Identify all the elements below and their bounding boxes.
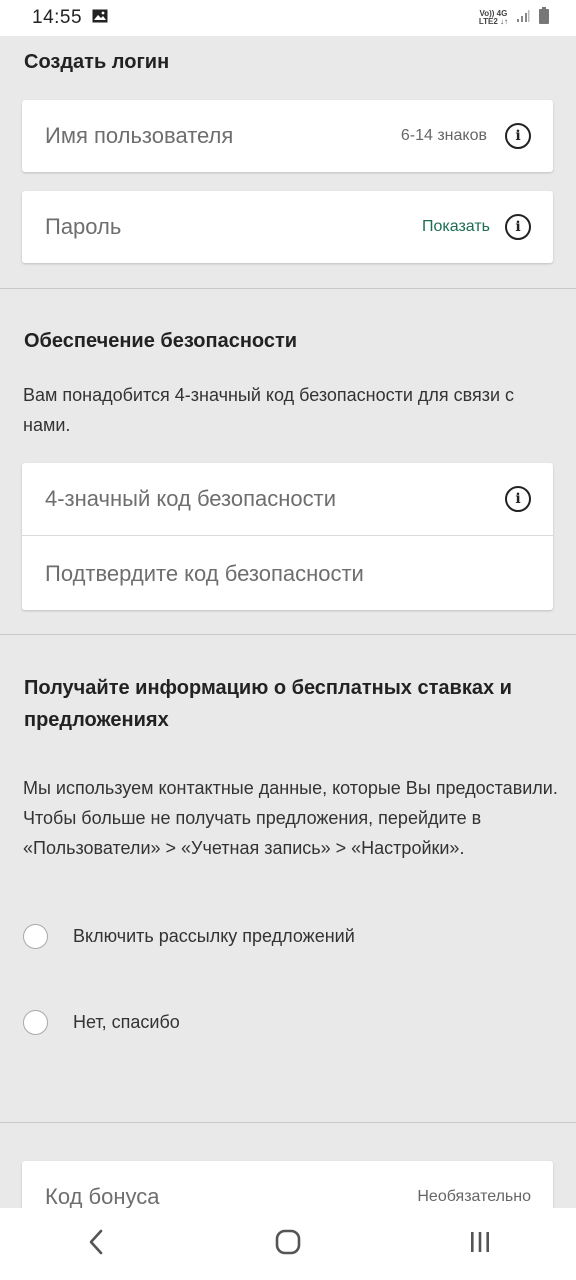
radio-button[interactable]	[23, 1010, 48, 1035]
radio-label: Нет, спасибо	[73, 1012, 180, 1032]
login-section-title: Создать логин	[24, 51, 170, 73]
registration-form[interactable]: Создать логин Имя пользователя 6-14 знак…	[0, 36, 576, 1208]
bonus-card: Код бонуса Необязательно	[22, 1161, 553, 1208]
bonus-code-label: Код бонуса	[45, 1184, 160, 1208]
radio-no-thanks[interactable]: Нет, спасибо	[23, 1010, 180, 1035]
divider	[0, 288, 576, 289]
username-info-icon[interactable]: i	[505, 123, 531, 149]
recents-icon	[468, 1230, 492, 1259]
confirm-security-code-label: Подтвердите код безопасности	[45, 560, 364, 586]
password-label: Пароль	[45, 214, 122, 239]
confirm-security-code-field[interactable]: Подтвердите код безопасности	[22, 537, 553, 610]
bonus-code-field[interactable]: Код бонуса Необязательно	[22, 1161, 553, 1208]
username-hint: 6-14 знаков	[400, 127, 487, 144]
bonus-code-hint: Необязательно	[417, 1188, 531, 1205]
navigation-bar	[0, 1208, 576, 1280]
home-icon	[275, 1229, 301, 1260]
security-code-info-icon[interactable]: i	[505, 486, 531, 512]
security-card: 4-значный код безопасности i Подтвердите…	[22, 463, 553, 610]
password-info-icon[interactable]: i	[505, 214, 531, 240]
divider	[0, 634, 576, 635]
home-button[interactable]	[253, 1219, 323, 1269]
username-label: Имя пользователя	[45, 123, 234, 148]
radio-button[interactable]	[23, 924, 48, 949]
recents-button[interactable]	[445, 1219, 515, 1269]
password-card: Пароль Показать i	[22, 191, 553, 263]
divider	[0, 1122, 576, 1123]
status-time: 14:55	[32, 7, 83, 28]
show-password-link[interactable]: Показать	[422, 218, 490, 236]
security-code-field[interactable]: 4-значный код безопасности i	[22, 463, 553, 536]
status-right: Vo)) 4G LTE2 ↓↑	[479, 6, 550, 30]
signal-icon	[516, 9, 530, 28]
gallery-icon	[92, 9, 108, 28]
security-code-label: 4-значный код безопасности	[45, 486, 337, 511]
status-bar: 14:55 Vo)) 4G LTE2 ↓↑	[0, 0, 576, 36]
radio-enable-offers[interactable]: Включить рассылку предложений	[23, 924, 355, 949]
username-card: Имя пользователя 6-14 знаков i	[22, 100, 553, 172]
security-description: Вам понадобится 4-значный код безопаснос…	[23, 385, 515, 435]
back-button[interactable]	[61, 1219, 131, 1269]
radio-label: Включить рассылку предложений	[73, 926, 355, 946]
status-left: 14:55	[32, 7, 108, 29]
battery-icon	[538, 6, 550, 30]
password-field[interactable]: Пароль Показать i	[22, 191, 553, 263]
offers-section-title: Получайте информацию о бесплатных ставка…	[24, 677, 512, 731]
network-indicator: Vo)) 4G LTE2 ↓↑	[479, 10, 508, 26]
username-field[interactable]: Имя пользователя 6-14 знаков i	[22, 100, 553, 172]
network-line-2: LTE2 ↓↑	[478, 17, 508, 26]
offers-description: Мы используем контактные данные, которые…	[23, 778, 558, 858]
security-section-title: Обеспечение безопасности	[24, 330, 298, 352]
back-icon	[87, 1229, 105, 1260]
